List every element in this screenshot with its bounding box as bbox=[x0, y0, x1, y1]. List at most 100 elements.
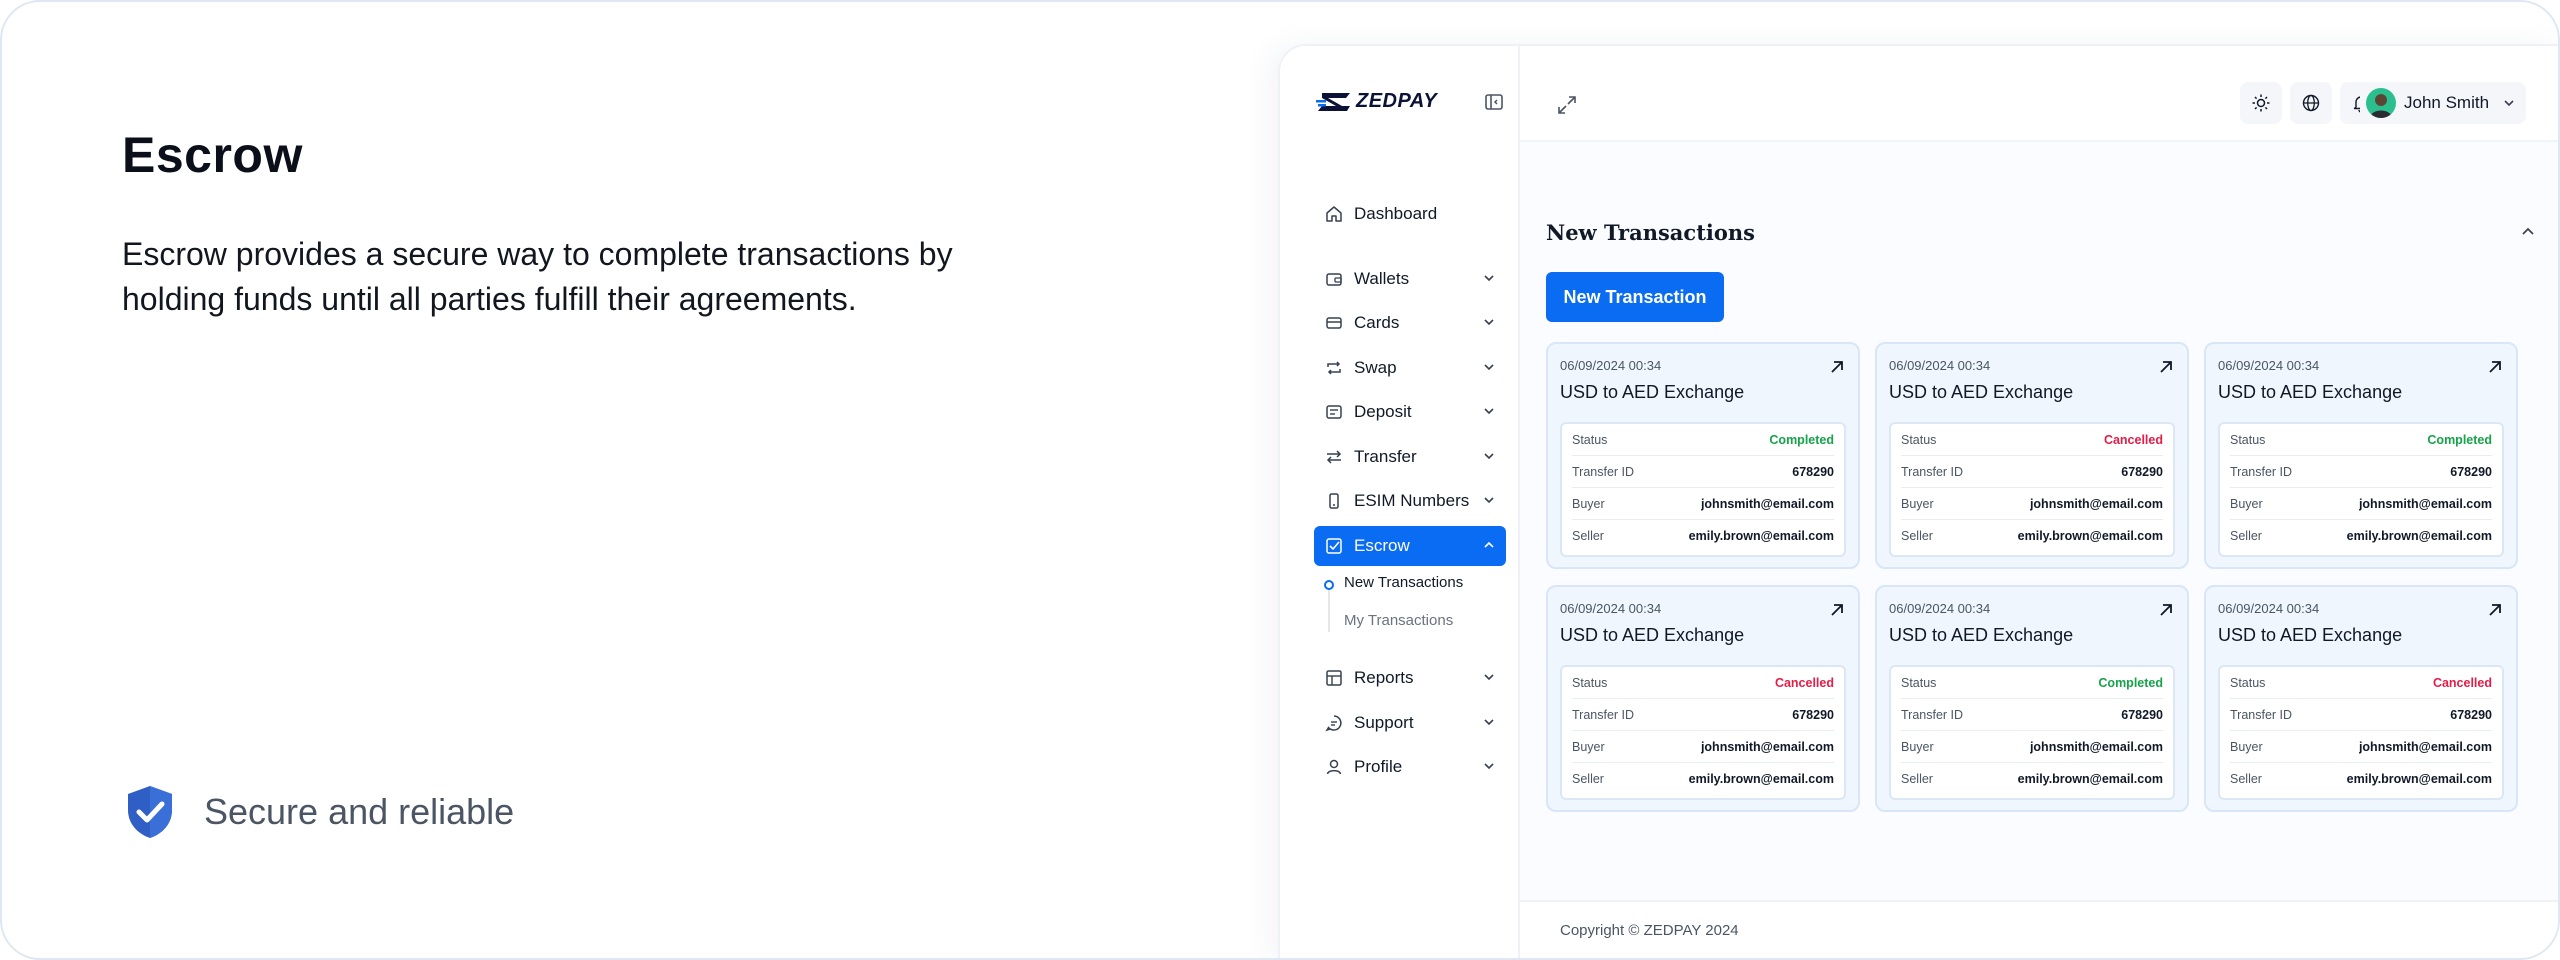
top-bar: John Smith bbox=[1520, 46, 2558, 142]
promo-title: Escrow bbox=[122, 127, 303, 183]
sidebar-item-reports[interactable]: Reports bbox=[1314, 658, 1506, 698]
buyer-label: Buyer bbox=[2230, 739, 2263, 754]
transfer-id-value: 678290 bbox=[2121, 464, 2163, 479]
card-date: 06/09/2024 00:34 bbox=[2218, 601, 2320, 616]
transfer-id-value: 678290 bbox=[2450, 464, 2492, 479]
escrow-icon bbox=[1324, 536, 1344, 556]
chevron-down-icon bbox=[2504, 100, 2514, 107]
seller-label: Seller bbox=[1572, 772, 1604, 786]
language-button[interactable] bbox=[2290, 82, 2332, 124]
sidebar-item-deposit[interactable]: Deposit bbox=[1314, 392, 1506, 432]
sidebar-item-dashboard[interactable]: Dashboard bbox=[1314, 194, 1506, 234]
promo-badge: Secure and reliable bbox=[124, 784, 514, 840]
transfer-id-label: Transfer ID bbox=[1901, 707, 1964, 722]
arrow-up-right-icon[interactable] bbox=[2157, 601, 2175, 619]
sidebar-item-escrow[interactable]: Escrow bbox=[1314, 525, 1506, 566]
buyer-value: johnsmith@email.com bbox=[2358, 496, 2492, 511]
subnav-item-my-transactions[interactable]: My Transactions bbox=[1344, 612, 1453, 629]
arrow-up-right-icon[interactable] bbox=[2486, 601, 2504, 619]
transfer-id-value: 678290 bbox=[1792, 707, 1834, 722]
card-details: Status Completed Transfer ID 678290 Buyer j… bbox=[1560, 422, 1846, 557]
zedpay-logo-icon bbox=[1316, 92, 1350, 111]
arrow-up-right-icon[interactable] bbox=[1828, 601, 1846, 619]
seller-value: emily.brown@email.com bbox=[2017, 772, 2163, 786]
sidebar-item-support[interactable]: Support bbox=[1314, 703, 1506, 743]
arrow-up-right-icon[interactable] bbox=[2157, 358, 2175, 376]
transaction-card[interactable]: 06/09/2024 00:34 USD to AED Exchange Sta… bbox=[1546, 342, 1860, 569]
chevron-up-icon[interactable] bbox=[2520, 224, 2536, 240]
sidebar-item-transfer[interactable]: Transfer bbox=[1314, 437, 1506, 477]
sidebar-item-profile[interactable]: Profile bbox=[1314, 747, 1506, 787]
sidebar-item-esim-numbers[interactable]: ESIM Numbers bbox=[1314, 481, 1506, 521]
status-badge: Completed bbox=[1769, 432, 1834, 447]
transaction-card[interactable]: 06/09/2024 00:34 USD to AED Exchange Sta… bbox=[1875, 342, 2189, 569]
card-date: 06/09/2024 00:34 bbox=[1560, 601, 1662, 616]
globe-icon bbox=[2302, 94, 2320, 112]
buyer-label: Buyer bbox=[1901, 739, 1934, 754]
subnav-item-new-transactions[interactable]: New Transactions bbox=[1344, 574, 1463, 591]
card-title: USD to AED Exchange bbox=[2218, 625, 2403, 645]
card-date: 06/09/2024 00:34 bbox=[1560, 358, 1662, 373]
wallet-icon bbox=[1324, 269, 1344, 289]
sidebar-item-label: Reports bbox=[1354, 668, 1414, 687]
chevron-down-icon bbox=[1484, 674, 1494, 681]
status-label: Status bbox=[1572, 675, 1608, 690]
chevron-down-icon bbox=[1484, 452, 1494, 459]
arrow-up-right-icon[interactable] bbox=[2486, 358, 2504, 376]
shield-check-icon bbox=[128, 786, 172, 838]
sidebar-item-label: Profile bbox=[1354, 757, 1403, 776]
card-details: Status Cancelled Transfer ID 678290 Buyer j… bbox=[1560, 665, 1846, 800]
logo[interactable]: ZEDPAY bbox=[1316, 90, 1437, 113]
chevron-down-icon bbox=[1484, 763, 1494, 770]
avatar bbox=[2366, 88, 2396, 118]
footer: Copyright © ZEDPAY 2024 bbox=[1520, 900, 2558, 958]
transfer-id-value: 678290 bbox=[2450, 707, 2492, 722]
seller-value: emily.brown@email.com bbox=[1688, 772, 1834, 786]
buyer-value: johnsmith@email.com bbox=[2358, 739, 2492, 754]
buyer-label: Buyer bbox=[1572, 739, 1605, 754]
new-transaction-button[interactable]: New Transaction bbox=[1546, 272, 1724, 322]
status-label: Status bbox=[1901, 432, 1937, 447]
status-badge: Cancelled bbox=[2103, 432, 2163, 447]
buyer-label: Buyer bbox=[1901, 496, 1934, 511]
card-date: 06/09/2024 00:34 bbox=[1889, 601, 1991, 616]
status-badge: Completed bbox=[2427, 432, 2492, 447]
card-details: Status Cancelled Transfer ID 678290 Buyer j… bbox=[1889, 422, 2175, 557]
sidebar-collapse-icon[interactable] bbox=[1484, 92, 1504, 112]
expand-icon[interactable] bbox=[1556, 94, 1578, 116]
seller-label: Seller bbox=[2230, 772, 2262, 786]
card-details: Status Completed Transfer ID 678290 Buyer j… bbox=[1889, 665, 2175, 800]
card-title: USD to AED Exchange bbox=[1889, 382, 2074, 402]
sidebar-item-label: Swap bbox=[1354, 357, 1397, 377]
user-menu[interactable]: John Smith bbox=[2360, 82, 2526, 124]
chevron-down-icon bbox=[1484, 319, 1494, 326]
swap-icon bbox=[1324, 358, 1344, 378]
buyer-value: johnsmith@email.com bbox=[2029, 496, 2163, 511]
transaction-card[interactable]: 06/09/2024 00:34 USD to AED Exchange Sta… bbox=[2204, 342, 2518, 569]
arrow-up-right-icon[interactable] bbox=[1828, 358, 1846, 376]
home-icon bbox=[1324, 204, 1344, 224]
sidebar-item-label: Dashboard bbox=[1354, 204, 1438, 223]
transaction-card[interactable]: 06/09/2024 00:34 USD to AED Exchange Sta… bbox=[1875, 585, 2189, 812]
chevron-down-icon bbox=[1484, 497, 1494, 504]
chevron-down-icon bbox=[1484, 274, 1494, 281]
sidebar-item-label: Wallets bbox=[1354, 268, 1410, 288]
sidebar-item-swap[interactable]: Swap bbox=[1314, 348, 1506, 388]
transfer-id-label: Transfer ID bbox=[1572, 464, 1635, 479]
section-title: New Transactions bbox=[1546, 220, 1755, 245]
card-date: 06/09/2024 00:34 bbox=[1889, 358, 1991, 373]
active-dot-icon bbox=[1324, 580, 1334, 590]
transaction-card[interactable]: 06/09/2024 00:34 USD to AED Exchange Sta… bbox=[1546, 585, 1860, 812]
transfer-id-value: 678290 bbox=[1792, 464, 1834, 479]
seller-value: emily.brown@email.com bbox=[2017, 529, 2163, 543]
buyer-value: johnsmith@email.com bbox=[2029, 739, 2163, 754]
transfer-id-label: Transfer ID bbox=[2230, 707, 2293, 722]
transfer-id-label: Transfer ID bbox=[1901, 464, 1964, 479]
status-label: Status bbox=[2230, 432, 2266, 447]
status-badge: Completed bbox=[2098, 675, 2163, 690]
sidebar-item-wallets[interactable]: Wallets bbox=[1314, 259, 1506, 299]
transaction-card[interactable]: 06/09/2024 00:34 USD to AED Exchange Sta… bbox=[2204, 585, 2518, 812]
theme-toggle-button[interactable] bbox=[2240, 82, 2282, 124]
promo-badge-text: Secure and reliable bbox=[204, 791, 515, 832]
sidebar-item-cards[interactable]: Cards bbox=[1314, 303, 1506, 343]
